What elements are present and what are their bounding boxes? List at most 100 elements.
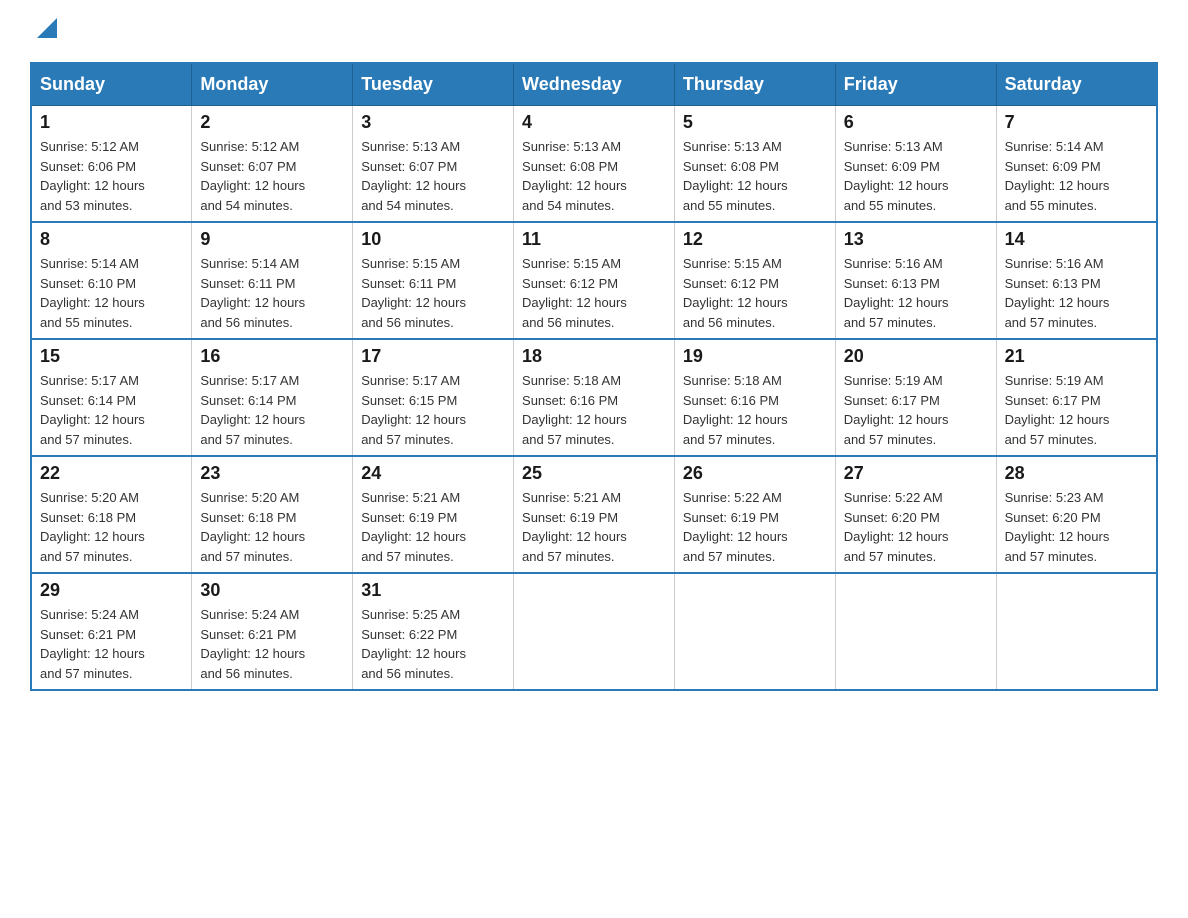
day-info: Sunrise: 5:18 AM Sunset: 6:16 PM Dayligh…	[683, 371, 827, 449]
day-number: 5	[683, 112, 827, 133]
header-saturday: Saturday	[996, 63, 1157, 106]
calendar-cell	[514, 573, 675, 690]
day-info: Sunrise: 5:20 AM Sunset: 6:18 PM Dayligh…	[200, 488, 344, 566]
calendar-cell	[674, 573, 835, 690]
day-number: 6	[844, 112, 988, 133]
day-info: Sunrise: 5:13 AM Sunset: 6:08 PM Dayligh…	[522, 137, 666, 215]
day-number: 28	[1005, 463, 1148, 484]
day-number: 15	[40, 346, 183, 367]
day-info: Sunrise: 5:12 AM Sunset: 6:07 PM Dayligh…	[200, 137, 344, 215]
header-tuesday: Tuesday	[353, 63, 514, 106]
day-info: Sunrise: 5:15 AM Sunset: 6:12 PM Dayligh…	[522, 254, 666, 332]
day-info: Sunrise: 5:16 AM Sunset: 6:13 PM Dayligh…	[844, 254, 988, 332]
calendar-cell: 18 Sunrise: 5:18 AM Sunset: 6:16 PM Dayl…	[514, 339, 675, 456]
calendar-cell: 20 Sunrise: 5:19 AM Sunset: 6:17 PM Dayl…	[835, 339, 996, 456]
day-number: 19	[683, 346, 827, 367]
day-number: 8	[40, 229, 183, 250]
day-info: Sunrise: 5:14 AM Sunset: 6:11 PM Dayligh…	[200, 254, 344, 332]
calendar-cell: 2 Sunrise: 5:12 AM Sunset: 6:07 PM Dayli…	[192, 106, 353, 223]
calendar-cell: 10 Sunrise: 5:15 AM Sunset: 6:11 PM Dayl…	[353, 222, 514, 339]
day-number: 23	[200, 463, 344, 484]
day-info: Sunrise: 5:13 AM Sunset: 6:08 PM Dayligh…	[683, 137, 827, 215]
day-number: 1	[40, 112, 183, 133]
day-info: Sunrise: 5:15 AM Sunset: 6:12 PM Dayligh…	[683, 254, 827, 332]
calendar-week-row: 22 Sunrise: 5:20 AM Sunset: 6:18 PM Dayl…	[31, 456, 1157, 573]
header-monday: Monday	[192, 63, 353, 106]
day-number: 9	[200, 229, 344, 250]
day-info: Sunrise: 5:18 AM Sunset: 6:16 PM Dayligh…	[522, 371, 666, 449]
day-number: 13	[844, 229, 988, 250]
day-number: 17	[361, 346, 505, 367]
calendar-cell: 11 Sunrise: 5:15 AM Sunset: 6:12 PM Dayl…	[514, 222, 675, 339]
day-number: 2	[200, 112, 344, 133]
day-info: Sunrise: 5:16 AM Sunset: 6:13 PM Dayligh…	[1005, 254, 1148, 332]
calendar-cell: 13 Sunrise: 5:16 AM Sunset: 6:13 PM Dayl…	[835, 222, 996, 339]
day-info: Sunrise: 5:19 AM Sunset: 6:17 PM Dayligh…	[844, 371, 988, 449]
calendar-cell: 24 Sunrise: 5:21 AM Sunset: 6:19 PM Dayl…	[353, 456, 514, 573]
calendar-cell: 22 Sunrise: 5:20 AM Sunset: 6:18 PM Dayl…	[31, 456, 192, 573]
calendar-week-row: 8 Sunrise: 5:14 AM Sunset: 6:10 PM Dayli…	[31, 222, 1157, 339]
day-info: Sunrise: 5:22 AM Sunset: 6:20 PM Dayligh…	[844, 488, 988, 566]
calendar-cell: 31 Sunrise: 5:25 AM Sunset: 6:22 PM Dayl…	[353, 573, 514, 690]
calendar-cell: 12 Sunrise: 5:15 AM Sunset: 6:12 PM Dayl…	[674, 222, 835, 339]
calendar-cell: 23 Sunrise: 5:20 AM Sunset: 6:18 PM Dayl…	[192, 456, 353, 573]
calendar-cell: 25 Sunrise: 5:21 AM Sunset: 6:19 PM Dayl…	[514, 456, 675, 573]
calendar-cell: 5 Sunrise: 5:13 AM Sunset: 6:08 PM Dayli…	[674, 106, 835, 223]
day-number: 14	[1005, 229, 1148, 250]
day-info: Sunrise: 5:25 AM Sunset: 6:22 PM Dayligh…	[361, 605, 505, 683]
calendar-cell: 3 Sunrise: 5:13 AM Sunset: 6:07 PM Dayli…	[353, 106, 514, 223]
calendar-cell: 8 Sunrise: 5:14 AM Sunset: 6:10 PM Dayli…	[31, 222, 192, 339]
day-info: Sunrise: 5:24 AM Sunset: 6:21 PM Dayligh…	[40, 605, 183, 683]
day-number: 26	[683, 463, 827, 484]
calendar-cell: 7 Sunrise: 5:14 AM Sunset: 6:09 PM Dayli…	[996, 106, 1157, 223]
day-info: Sunrise: 5:17 AM Sunset: 6:14 PM Dayligh…	[200, 371, 344, 449]
calendar-cell: 9 Sunrise: 5:14 AM Sunset: 6:11 PM Dayli…	[192, 222, 353, 339]
day-number: 11	[522, 229, 666, 250]
header-wednesday: Wednesday	[514, 63, 675, 106]
calendar-cell: 19 Sunrise: 5:18 AM Sunset: 6:16 PM Dayl…	[674, 339, 835, 456]
day-number: 31	[361, 580, 505, 601]
calendar-cell: 29 Sunrise: 5:24 AM Sunset: 6:21 PM Dayl…	[31, 573, 192, 690]
day-number: 30	[200, 580, 344, 601]
calendar-cell: 17 Sunrise: 5:17 AM Sunset: 6:15 PM Dayl…	[353, 339, 514, 456]
day-number: 25	[522, 463, 666, 484]
day-info: Sunrise: 5:12 AM Sunset: 6:06 PM Dayligh…	[40, 137, 183, 215]
day-number: 16	[200, 346, 344, 367]
calendar-cell: 28 Sunrise: 5:23 AM Sunset: 6:20 PM Dayl…	[996, 456, 1157, 573]
header	[30, 20, 1158, 42]
day-info: Sunrise: 5:21 AM Sunset: 6:19 PM Dayligh…	[361, 488, 505, 566]
header-friday: Friday	[835, 63, 996, 106]
calendar-week-row: 15 Sunrise: 5:17 AM Sunset: 6:14 PM Dayl…	[31, 339, 1157, 456]
calendar-cell: 6 Sunrise: 5:13 AM Sunset: 6:09 PM Dayli…	[835, 106, 996, 223]
day-number: 12	[683, 229, 827, 250]
day-info: Sunrise: 5:24 AM Sunset: 6:21 PM Dayligh…	[200, 605, 344, 683]
day-number: 29	[40, 580, 183, 601]
day-info: Sunrise: 5:13 AM Sunset: 6:07 PM Dayligh…	[361, 137, 505, 215]
day-info: Sunrise: 5:17 AM Sunset: 6:15 PM Dayligh…	[361, 371, 505, 449]
day-info: Sunrise: 5:23 AM Sunset: 6:20 PM Dayligh…	[1005, 488, 1148, 566]
header-thursday: Thursday	[674, 63, 835, 106]
calendar-header-row: SundayMondayTuesdayWednesdayThursdayFrid…	[31, 63, 1157, 106]
calendar-cell: 27 Sunrise: 5:22 AM Sunset: 6:20 PM Dayl…	[835, 456, 996, 573]
calendar-cell: 15 Sunrise: 5:17 AM Sunset: 6:14 PM Dayl…	[31, 339, 192, 456]
calendar-week-row: 29 Sunrise: 5:24 AM Sunset: 6:21 PM Dayl…	[31, 573, 1157, 690]
day-info: Sunrise: 5:15 AM Sunset: 6:11 PM Dayligh…	[361, 254, 505, 332]
day-number: 24	[361, 463, 505, 484]
calendar-cell: 1 Sunrise: 5:12 AM Sunset: 6:06 PM Dayli…	[31, 106, 192, 223]
day-number: 10	[361, 229, 505, 250]
calendar-week-row: 1 Sunrise: 5:12 AM Sunset: 6:06 PM Dayli…	[31, 106, 1157, 223]
day-info: Sunrise: 5:14 AM Sunset: 6:10 PM Dayligh…	[40, 254, 183, 332]
calendar-cell: 21 Sunrise: 5:19 AM Sunset: 6:17 PM Dayl…	[996, 339, 1157, 456]
day-info: Sunrise: 5:13 AM Sunset: 6:09 PM Dayligh…	[844, 137, 988, 215]
calendar-cell: 26 Sunrise: 5:22 AM Sunset: 6:19 PM Dayl…	[674, 456, 835, 573]
day-number: 18	[522, 346, 666, 367]
day-number: 21	[1005, 346, 1148, 367]
day-number: 27	[844, 463, 988, 484]
calendar-cell: 4 Sunrise: 5:13 AM Sunset: 6:08 PM Dayli…	[514, 106, 675, 223]
day-number: 20	[844, 346, 988, 367]
calendar-cell: 30 Sunrise: 5:24 AM Sunset: 6:21 PM Dayl…	[192, 573, 353, 690]
calendar-cell	[996, 573, 1157, 690]
day-info: Sunrise: 5:20 AM Sunset: 6:18 PM Dayligh…	[40, 488, 183, 566]
day-info: Sunrise: 5:19 AM Sunset: 6:17 PM Dayligh…	[1005, 371, 1148, 449]
day-number: 4	[522, 112, 666, 133]
